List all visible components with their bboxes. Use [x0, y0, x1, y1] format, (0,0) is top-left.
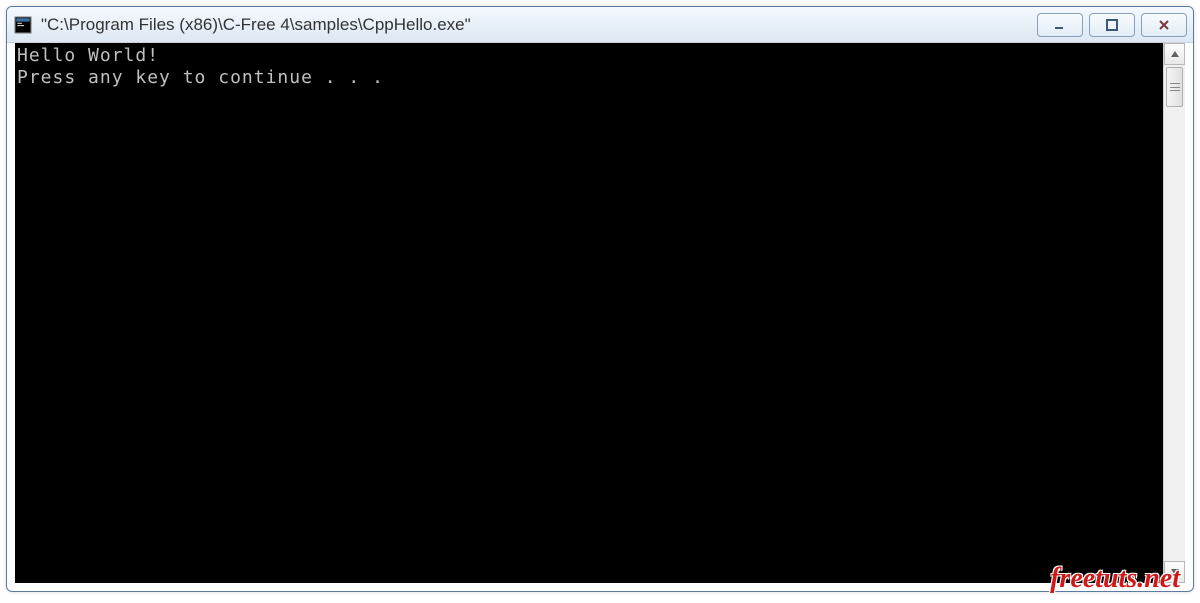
maximize-button[interactable] — [1089, 13, 1135, 37]
client-area: Hello World! Press any key to continue .… — [15, 43, 1185, 583]
console-output[interactable]: Hello World! Press any key to continue .… — [15, 43, 1163, 583]
console-line: Press any key to continue . . . — [17, 67, 384, 88]
scroll-up-button[interactable] — [1164, 43, 1185, 65]
window-controls — [1037, 13, 1187, 37]
console-window: "C:\Program Files (x86)\C-Free 4\samples… — [6, 6, 1194, 592]
app-icon — [13, 15, 33, 35]
vertical-scrollbar[interactable] — [1163, 43, 1185, 583]
scrollbar-thumb[interactable] — [1166, 67, 1183, 107]
console-line: Hello World! — [17, 45, 159, 66]
window-title: "C:\Program Files (x86)\C-Free 4\samples… — [41, 15, 1037, 35]
scrollbar-track[interactable] — [1164, 65, 1185, 561]
minimize-button[interactable] — [1037, 13, 1083, 37]
close-button[interactable] — [1141, 13, 1187, 37]
titlebar[interactable]: "C:\Program Files (x86)\C-Free 4\samples… — [7, 7, 1193, 43]
scroll-down-button[interactable] — [1164, 561, 1185, 583]
